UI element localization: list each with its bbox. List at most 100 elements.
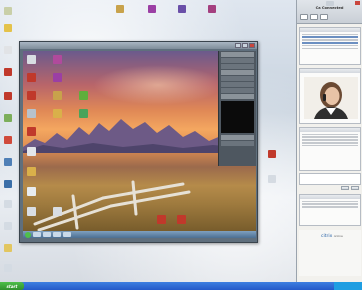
- caller-video: [304, 77, 358, 119]
- section-header[interactable]: [300, 128, 360, 132]
- sidebar-toolbar: [300, 14, 328, 20]
- contacts-section: [299, 27, 361, 65]
- panel-row[interactable]: [221, 88, 254, 93]
- desktop-icon[interactable]: [4, 222, 12, 230]
- desktop-icon[interactable]: [4, 7, 12, 15]
- chat-line: [302, 145, 358, 147]
- desktop-icon[interactable]: [148, 5, 156, 13]
- toolbar-button[interactable]: [300, 14, 308, 20]
- contact-row[interactable]: [302, 42, 358, 44]
- section-header[interactable]: [300, 28, 360, 32]
- panel-row[interactable]: [221, 141, 254, 146]
- text-line: [302, 45, 358, 47]
- panel-row[interactable]: [221, 94, 254, 99]
- remote-taskbar-button[interactable]: [33, 232, 41, 237]
- chat-line: [302, 139, 358, 141]
- remote-icon[interactable]: [27, 187, 36, 196]
- remote-icon[interactable]: [27, 147, 36, 156]
- remote-icon[interactable]: [53, 109, 62, 118]
- desktop-icon[interactable]: [4, 180, 12, 188]
- remote-taskbar-button[interactable]: [43, 232, 51, 237]
- desktop-icon[interactable]: [4, 68, 12, 76]
- close-icon[interactable]: [249, 43, 255, 48]
- desktop-icon[interactable]: [4, 114, 12, 122]
- remote-icon[interactable]: [27, 91, 36, 100]
- remote-icon[interactable]: [27, 109, 36, 118]
- brand-footer: citrix online: [299, 230, 361, 276]
- send-button[interactable]: [341, 186, 349, 190]
- desktop-icon[interactable]: [208, 5, 216, 13]
- remote-icon[interactable]: [53, 91, 62, 100]
- remote-icon[interactable]: [27, 127, 36, 136]
- close-icon[interactable]: [355, 1, 360, 5]
- window-controls: [235, 43, 255, 48]
- desktop-icon[interactable]: [4, 136, 12, 144]
- remote-icon[interactable]: [157, 215, 166, 224]
- brand-logo: citrix online: [321, 234, 343, 239]
- desktop-icon[interactable]: [4, 92, 12, 100]
- participant-row[interactable]: [302, 200, 358, 202]
- remote-icon[interactable]: [53, 73, 62, 82]
- video-call-section: [299, 68, 361, 124]
- options-button[interactable]: [351, 186, 359, 190]
- remote-window-titlebar[interactable]: [20, 42, 257, 49]
- desktop-icon[interactable]: [4, 158, 12, 166]
- remote-icon[interactable]: [177, 215, 186, 224]
- panel-row[interactable]: [221, 82, 254, 87]
- chat-line: [302, 136, 358, 138]
- remote-taskbar-button[interactable]: [53, 232, 61, 237]
- desktop-icon[interactable]: [4, 46, 12, 54]
- text-line: [302, 33, 358, 35]
- sidebar-panel: Ca Connected citrix online: [296, 0, 362, 282]
- remote-icon[interactable]: [79, 91, 88, 100]
- participants-section: [299, 194, 361, 226]
- remote-icon[interactable]: [53, 55, 62, 64]
- sky-glow: [93, 65, 223, 105]
- toolbar-button[interactable]: [320, 14, 328, 20]
- chat-section: [299, 127, 361, 171]
- contact-row[interactable]: [302, 36, 358, 38]
- remote-desktop-window[interactable]: [19, 41, 258, 243]
- desktop-icon[interactable]: [268, 150, 276, 158]
- participant-row[interactable]: [302, 203, 358, 205]
- chat-line: [302, 142, 358, 144]
- section-header[interactable]: [300, 195, 360, 199]
- desktop-icon[interactable]: [4, 244, 12, 252]
- chat-input[interactable]: [299, 173, 361, 185]
- remote-icon[interactable]: [27, 207, 36, 216]
- toolbar-button[interactable]: [310, 14, 318, 20]
- system-tray: [334, 282, 362, 290]
- remote-icon[interactable]: [53, 207, 62, 216]
- remote-taskbar-button[interactable]: [63, 232, 71, 237]
- maximize-icon[interactable]: [242, 43, 248, 48]
- text-line: [302, 39, 358, 41]
- participant-row[interactable]: [302, 206, 358, 208]
- desktop-icon[interactable]: [4, 200, 12, 208]
- desktop-icon[interactable]: [268, 175, 276, 183]
- avatar: [304, 77, 358, 119]
- sidebar-title: Ca Connected: [315, 6, 344, 10]
- panel-row[interactable]: [221, 70, 254, 75]
- desktop-icon[interactable]: [178, 5, 186, 13]
- video-preview: [221, 101, 254, 133]
- windows-taskbar: start: [0, 282, 362, 290]
- desktop-icon[interactable]: [4, 24, 12, 32]
- section-header[interactable]: [300, 69, 360, 73]
- desktop-icon[interactable]: [4, 264, 12, 272]
- minimize-icon[interactable]: [235, 43, 241, 48]
- desktop-icon[interactable]: [116, 5, 124, 13]
- panel-row[interactable]: [221, 58, 254, 63]
- remote-desktop-screen[interactable]: [23, 51, 256, 238]
- remote-icon[interactable]: [27, 73, 36, 82]
- chat-line: [302, 133, 358, 135]
- panel-row[interactable]: [221, 135, 254, 140]
- panel-row[interactable]: [221, 64, 254, 69]
- panel-row[interactable]: [221, 52, 254, 57]
- brand-name: citrix: [321, 234, 333, 239]
- remote-icon[interactable]: [27, 167, 36, 176]
- remote-icon[interactable]: [79, 109, 88, 118]
- remote-icon[interactable]: [27, 55, 36, 64]
- start-button[interactable]: start: [0, 282, 24, 290]
- remote-start-icon[interactable]: [25, 231, 31, 238]
- panel-row[interactable]: [221, 76, 254, 81]
